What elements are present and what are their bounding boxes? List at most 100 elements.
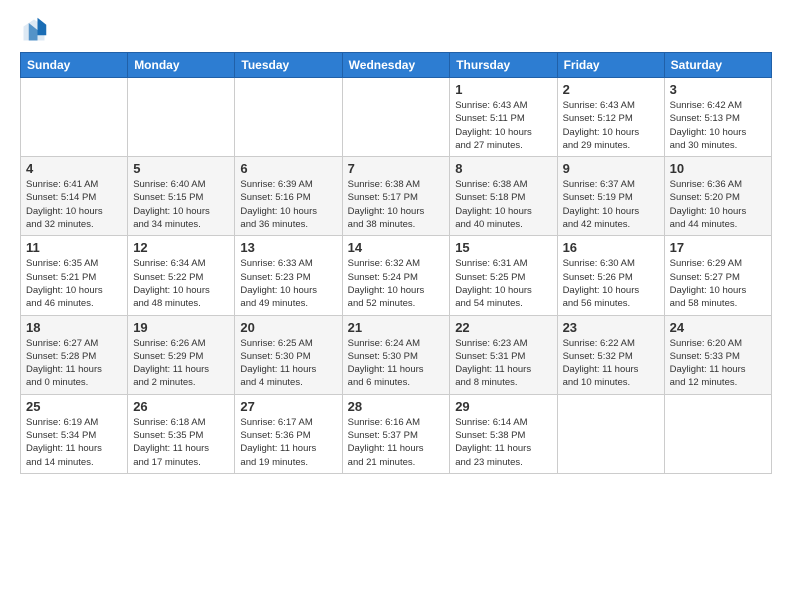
day-number: 17 <box>670 240 766 255</box>
day-number: 3 <box>670 82 766 97</box>
calendar-day-cell: 29 Sunrise: 6:14 AM Sunset: 5:38 PM Dayli… <box>450 394 557 473</box>
logo-icon <box>20 16 48 44</box>
calendar-day-cell: 3 Sunrise: 6:42 AM Sunset: 5:13 PM Daylig… <box>664 78 771 157</box>
day-info: Sunrise: 6:41 AM Sunset: 5:14 PM Dayligh… <box>26 178 122 231</box>
calendar-day-cell: 10Sunrise: 6:36 AM Sunset: 5:20 PM Dayli… <box>664 157 771 236</box>
day-number: 27 <box>240 399 336 414</box>
day-number: 29 <box>455 399 551 414</box>
calendar-day-cell: 18 Sunrise: 6:27 AM Sunset: 5:28 PM Dayli… <box>21 315 128 394</box>
calendar-day-cell: 2 Sunrise: 6:43 AM Sunset: 5:12 PM Daylig… <box>557 78 664 157</box>
calendar-week-row: 11 Sunrise: 6:35 AM Sunset: 5:21 PM Dayli… <box>21 236 772 315</box>
day-number: 18 <box>26 320 122 335</box>
calendar-day-cell: 17 Sunrise: 6:29 AM Sunset: 5:27 PM Dayli… <box>664 236 771 315</box>
day-info: Sunrise: 6:27 AM Sunset: 5:28 PM Dayligh… <box>26 337 122 390</box>
day-number: 2 <box>563 82 659 97</box>
day-info: Sunrise: 6:37 AM Sunset: 5:19 PM Dayligh… <box>563 178 659 231</box>
calendar-day-cell: 1 Sunrise: 6:43 AM Sunset: 5:11 PM Daylig… <box>450 78 557 157</box>
calendar-day-cell <box>235 78 342 157</box>
calendar-day-cell: 7 Sunrise: 6:38 AM Sunset: 5:17 PM Daylig… <box>342 157 450 236</box>
day-info: Sunrise: 6:43 AM Sunset: 5:11 PM Dayligh… <box>455 99 551 152</box>
day-info: Sunrise: 6:20 AM Sunset: 5:33 PM Dayligh… <box>670 337 766 390</box>
day-info: Sunrise: 6:32 AM Sunset: 5:24 PM Dayligh… <box>348 257 445 310</box>
calendar-header-row: SundayMondayTuesdayWednesdayThursdayFrid… <box>21 53 772 78</box>
page-header <box>20 16 772 44</box>
day-info: Sunrise: 6:22 AM Sunset: 5:32 PM Dayligh… <box>563 337 659 390</box>
day-number: 25 <box>26 399 122 414</box>
logo <box>20 16 52 44</box>
day-number: 24 <box>670 320 766 335</box>
calendar-day-cell <box>557 394 664 473</box>
calendar-day-cell: 9 Sunrise: 6:37 AM Sunset: 5:19 PM Daylig… <box>557 157 664 236</box>
day-number: 15 <box>455 240 551 255</box>
day-number: 6 <box>240 161 336 176</box>
day-info: Sunrise: 6:18 AM Sunset: 5:35 PM Dayligh… <box>133 416 229 469</box>
day-info: Sunrise: 6:14 AM Sunset: 5:38 PM Dayligh… <box>455 416 551 469</box>
day-info: Sunrise: 6:23 AM Sunset: 5:31 PM Dayligh… <box>455 337 551 390</box>
day-number: 19 <box>133 320 229 335</box>
day-number: 23 <box>563 320 659 335</box>
calendar-day-cell: 16 Sunrise: 6:30 AM Sunset: 5:26 PM Dayli… <box>557 236 664 315</box>
day-info: Sunrise: 6:43 AM Sunset: 5:12 PM Dayligh… <box>563 99 659 152</box>
day-number: 7 <box>348 161 445 176</box>
calendar-day-header: Sunday <box>21 53 128 78</box>
day-info: Sunrise: 6:40 AM Sunset: 5:15 PM Dayligh… <box>133 178 229 231</box>
calendar-day-cell: 28Sunrise: 6:16 AM Sunset: 5:37 PM Dayli… <box>342 394 450 473</box>
day-info: Sunrise: 6:31 AM Sunset: 5:25 PM Dayligh… <box>455 257 551 310</box>
day-info: Sunrise: 6:33 AM Sunset: 5:23 PM Dayligh… <box>240 257 336 310</box>
calendar-day-cell: 19 Sunrise: 6:26 AM Sunset: 5:29 PM Dayli… <box>128 315 235 394</box>
day-number: 1 <box>455 82 551 97</box>
calendar-day-cell: 11 Sunrise: 6:35 AM Sunset: 5:21 PM Dayli… <box>21 236 128 315</box>
calendar-day-cell: 20 Sunrise: 6:25 AM Sunset: 5:30 PM Dayli… <box>235 315 342 394</box>
day-number: 13 <box>240 240 336 255</box>
calendar-day-cell: 22Sunrise: 6:23 AM Sunset: 5:31 PM Dayli… <box>450 315 557 394</box>
day-number: 11 <box>26 240 122 255</box>
calendar-day-cell <box>664 394 771 473</box>
day-number: 5 <box>133 161 229 176</box>
calendar-day-header: Wednesday <box>342 53 450 78</box>
calendar-week-row: 18 Sunrise: 6:27 AM Sunset: 5:28 PM Dayli… <box>21 315 772 394</box>
day-number: 26 <box>133 399 229 414</box>
day-number: 21 <box>348 320 445 335</box>
calendar-day-cell: 8Sunrise: 6:38 AM Sunset: 5:18 PM Daylig… <box>450 157 557 236</box>
calendar-day-cell <box>128 78 235 157</box>
day-number: 12 <box>133 240 229 255</box>
day-number: 4 <box>26 161 122 176</box>
day-info: Sunrise: 6:42 AM Sunset: 5:13 PM Dayligh… <box>670 99 766 152</box>
calendar-day-cell: 15 Sunrise: 6:31 AM Sunset: 5:25 PM Dayli… <box>450 236 557 315</box>
day-info: Sunrise: 6:25 AM Sunset: 5:30 PM Dayligh… <box>240 337 336 390</box>
calendar-day-header: Friday <box>557 53 664 78</box>
calendar-day-cell: 14 Sunrise: 6:32 AM Sunset: 5:24 PM Dayli… <box>342 236 450 315</box>
calendar-table: SundayMondayTuesdayWednesdayThursdayFrid… <box>20 52 772 474</box>
calendar-day-cell: 5 Sunrise: 6:40 AM Sunset: 5:15 PM Daylig… <box>128 157 235 236</box>
day-number: 10 <box>670 161 766 176</box>
calendar-day-cell: 23 Sunrise: 6:22 AM Sunset: 5:32 PM Dayli… <box>557 315 664 394</box>
calendar-day-cell: 6 Sunrise: 6:39 AM Sunset: 5:16 PM Daylig… <box>235 157 342 236</box>
day-info: Sunrise: 6:35 AM Sunset: 5:21 PM Dayligh… <box>26 257 122 310</box>
day-number: 9 <box>563 161 659 176</box>
calendar-day-cell: 12Sunrise: 6:34 AM Sunset: 5:22 PM Dayli… <box>128 236 235 315</box>
calendar-day-cell: 4 Sunrise: 6:41 AM Sunset: 5:14 PM Daylig… <box>21 157 128 236</box>
calendar-week-row: 4 Sunrise: 6:41 AM Sunset: 5:14 PM Daylig… <box>21 157 772 236</box>
day-info: Sunrise: 6:30 AM Sunset: 5:26 PM Dayligh… <box>563 257 659 310</box>
calendar-day-cell: 27Sunrise: 6:17 AM Sunset: 5:36 PM Dayli… <box>235 394 342 473</box>
calendar-day-header: Thursday <box>450 53 557 78</box>
calendar-day-cell: 25Sunrise: 6:19 AM Sunset: 5:34 PM Dayli… <box>21 394 128 473</box>
day-info: Sunrise: 6:38 AM Sunset: 5:18 PM Dayligh… <box>455 178 551 231</box>
calendar-day-cell: 13 Sunrise: 6:33 AM Sunset: 5:23 PM Dayli… <box>235 236 342 315</box>
calendar-day-header: Monday <box>128 53 235 78</box>
calendar-day-cell: 26 Sunrise: 6:18 AM Sunset: 5:35 PM Dayli… <box>128 394 235 473</box>
day-number: 14 <box>348 240 445 255</box>
calendar-week-row: 1 Sunrise: 6:43 AM Sunset: 5:11 PM Daylig… <box>21 78 772 157</box>
calendar-day-cell: 21 Sunrise: 6:24 AM Sunset: 5:30 PM Dayli… <box>342 315 450 394</box>
day-info: Sunrise: 6:24 AM Sunset: 5:30 PM Dayligh… <box>348 337 445 390</box>
calendar-day-cell <box>21 78 128 157</box>
day-number: 20 <box>240 320 336 335</box>
calendar-day-cell: 24 Sunrise: 6:20 AM Sunset: 5:33 PM Dayli… <box>664 315 771 394</box>
day-info: Sunrise: 6:29 AM Sunset: 5:27 PM Dayligh… <box>670 257 766 310</box>
day-number: 16 <box>563 240 659 255</box>
day-info: Sunrise: 6:39 AM Sunset: 5:16 PM Dayligh… <box>240 178 336 231</box>
day-info: Sunrise: 6:16 AM Sunset: 5:37 PM Dayligh… <box>348 416 445 469</box>
day-info: Sunrise: 6:26 AM Sunset: 5:29 PM Dayligh… <box>133 337 229 390</box>
calendar-day-header: Saturday <box>664 53 771 78</box>
day-info: Sunrise: 6:38 AM Sunset: 5:17 PM Dayligh… <box>348 178 445 231</box>
